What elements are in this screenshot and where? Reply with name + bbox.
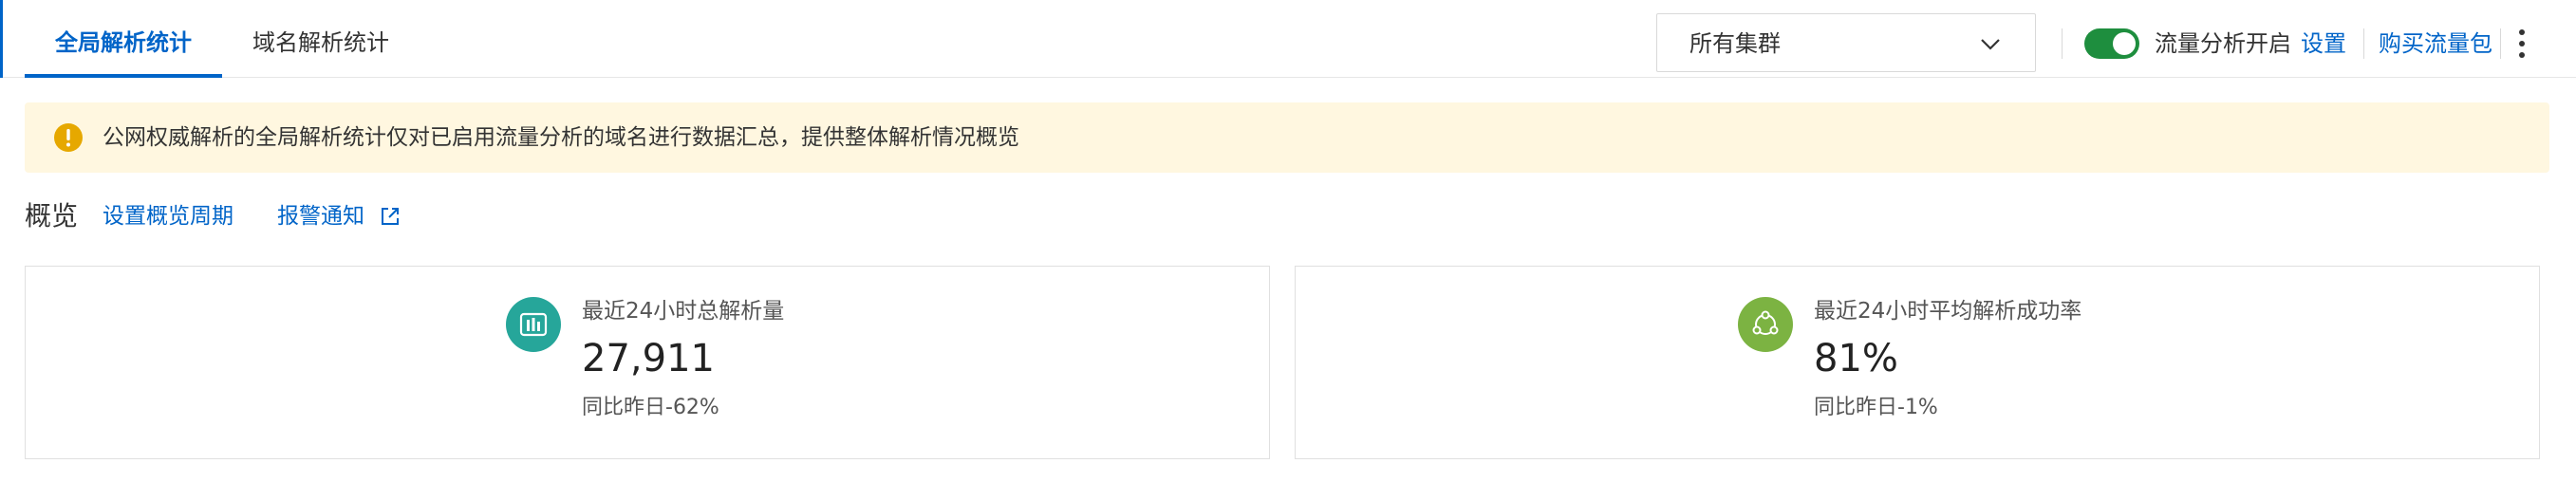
alert-notification-link[interactable]: 报警通知 <box>277 197 364 235</box>
card-label: 最近24小时总解析量 <box>582 299 785 324</box>
bar-chart-icon <box>506 297 561 352</box>
active-tab-indicator <box>25 74 222 78</box>
chevron-down-icon <box>1981 39 2000 50</box>
toggle-knob <box>2113 32 2136 55</box>
tab-bar: 全局解析统计 域名解析统计 所有集群 流量分析开启 设置 购买流量包 <box>0 0 2576 78</box>
tab-bar-left-rule <box>0 0 3 78</box>
toolbar-divider <box>2363 28 2364 59</box>
card-comparison: 同比昨日-62% <box>582 396 719 419</box>
cluster-select[interactable]: 所有集群 <box>1656 13 2036 72</box>
set-overview-period-link[interactable]: 设置概览周期 <box>103 197 233 235</box>
warning-icon <box>54 123 83 152</box>
traffic-analysis-label: 流量分析开启 <box>2155 30 2291 57</box>
card-body: 最近24小时总解析量 27,911 同比昨日-62% <box>582 295 784 424</box>
settings-link[interactable]: 设置 <box>2301 25 2346 63</box>
notice-text: 公网权威解析的全局解析统计仅对已启用流量分析的域名进行数据汇总，提供整体解析情况… <box>103 125 1019 150</box>
info-notice: 公网权威解析的全局解析统计仅对已启用流量分析的域名进行数据汇总，提供整体解析情况… <box>25 102 2549 173</box>
card-body: 最近24小时平均解析成功率 81% 同比昨日-1% <box>1814 295 2081 424</box>
card-value: 81% <box>1814 337 1898 380</box>
toolbar-divider <box>2062 28 2063 59</box>
toolbar-divider <box>2500 28 2501 59</box>
external-link-icon[interactable] <box>380 206 401 227</box>
card-label: 最近24小时平均解析成功率 <box>1814 299 2082 324</box>
tab-global-stats[interactable]: 全局解析统计 <box>55 0 192 78</box>
cluster-select-value: 所有集群 <box>1689 30 1781 57</box>
tab-domain-stats[interactable]: 域名解析统计 <box>252 0 389 78</box>
share-nodes-icon <box>1738 297 1793 352</box>
total-resolutions-card: 最近24小时总解析量 27,911 同比昨日-62% <box>25 266 1270 459</box>
traffic-analysis-toggle[interactable] <box>2084 28 2139 59</box>
overview-title: 概览 <box>25 200 79 232</box>
success-rate-card: 最近24小时平均解析成功率 81% 同比昨日-1% <box>1295 266 2540 459</box>
card-comparison: 同比昨日-1% <box>1814 396 1938 419</box>
card-value: 27,911 <box>582 337 715 380</box>
buy-traffic-package-link[interactable]: 购买流量包 <box>2379 25 2492 63</box>
more-vertical-icon[interactable] <box>2515 27 2529 61</box>
